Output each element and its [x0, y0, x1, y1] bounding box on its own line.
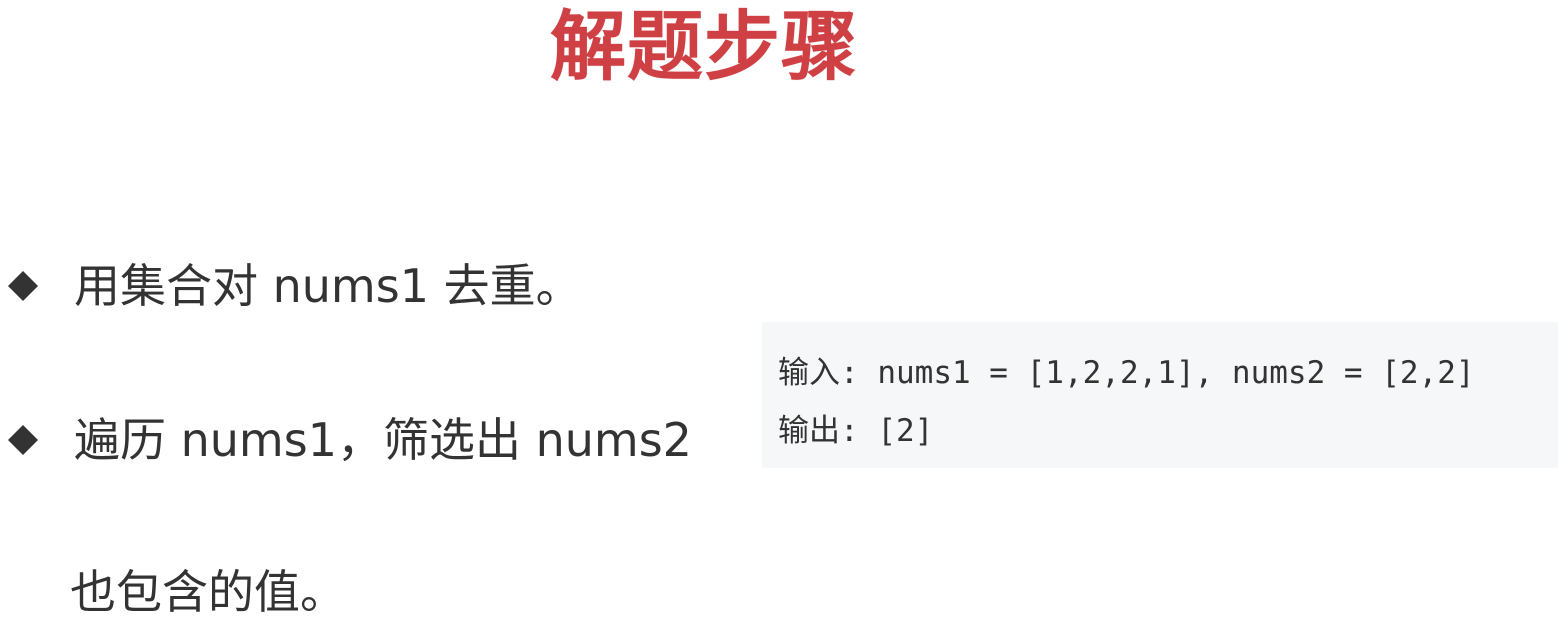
diamond-bullet-icon [8, 425, 38, 455]
example-input-line: 输入: nums1 = [1,2,2,1], nums2 = [2,2] [778, 355, 1475, 391]
page-title: 解题步骤 [550, 2, 858, 91]
bullet-text: 遍历 nums1，筛选出 nums2 [74, 413, 692, 467]
diamond-bullet-icon [8, 271, 38, 301]
bullet-item-filter: 遍历 nums1，筛选出 nums2 [8, 412, 692, 468]
bullet-text-continuation: 也包含的值。 [70, 565, 346, 619]
example-code-block: 输入: nums1 = [1,2,2,1], nums2 = [2,2] 输出:… [762, 322, 1558, 468]
bullet-item-dedupe: 用集合对 nums1 去重。 [8, 258, 582, 314]
bullet-text: 用集合对 nums1 去重。 [74, 259, 582, 313]
slide: 解题步骤 用集合对 nums1 去重。 遍历 nums1，筛选出 nums2 也… [0, 0, 1560, 626]
example-output-line: 输出: [2] [778, 413, 934, 449]
